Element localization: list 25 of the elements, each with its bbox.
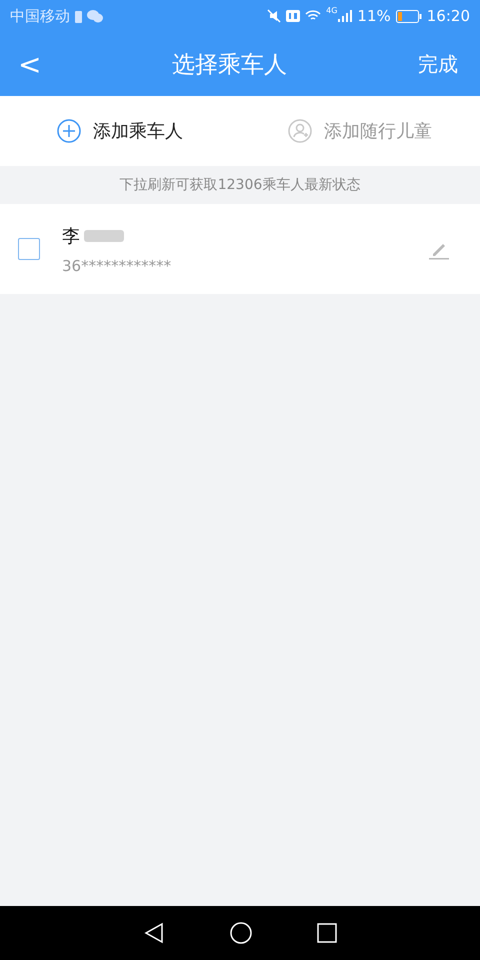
chat-icon	[87, 10, 103, 22]
mute-icon	[267, 9, 282, 23]
passenger-name: 李	[62, 224, 80, 248]
back-nav-icon[interactable]	[142, 922, 165, 944]
add-passenger-button[interactable]: 添加乘车人	[93, 119, 183, 143]
redaction-mark	[84, 230, 124, 242]
refresh-hint: 下拉刷新可获取12306乘车人最新状态	[118, 176, 362, 195]
carrier-name: 中国移动	[10, 6, 70, 26]
clock: 16:20	[426, 7, 470, 25]
page-title: 选择乘车人	[172, 50, 288, 80]
passenger-row[interactable]: 李 36************	[0, 204, 480, 294]
battery-icon	[396, 10, 422, 22]
checkbox[interactable]	[18, 238, 40, 260]
network-type: 4G	[326, 6, 338, 15]
recents-nav-icon[interactable]	[317, 923, 338, 943]
back-button[interactable]: <	[18, 48, 42, 80]
done-button[interactable]: 完成	[418, 50, 458, 78]
person-add-icon	[288, 119, 312, 143]
home-nav-icon[interactable]	[230, 922, 252, 944]
wifi-icon	[305, 10, 322, 22]
signal-icon	[338, 10, 352, 22]
battery-percent: 11%	[357, 7, 391, 25]
sim-icon	[75, 10, 82, 22]
id-number: 36************	[62, 256, 172, 274]
add-icon	[57, 119, 81, 143]
